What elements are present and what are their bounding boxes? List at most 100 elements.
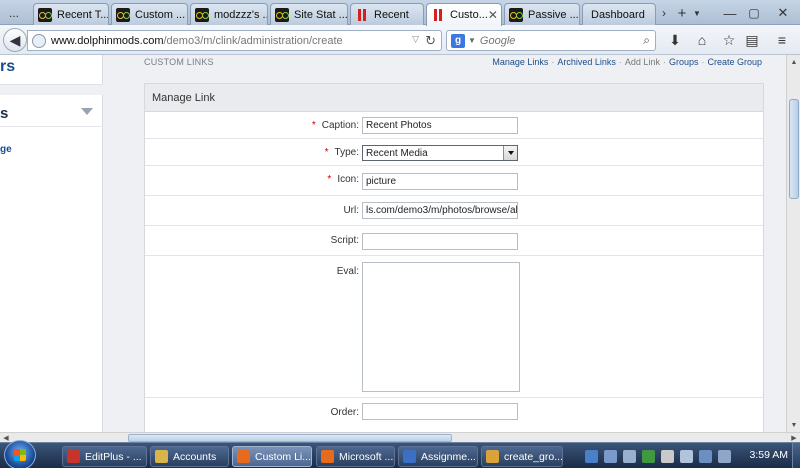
url-path: /demo3/m/clink/administration/create (163, 34, 343, 47)
tab-label: Passive ... (528, 8, 579, 21)
tab-scroll-right-icon[interactable]: › (657, 4, 671, 22)
dolphin-favicon-icon (355, 8, 369, 22)
bookmark-star-icon[interactable]: ☆ (719, 31, 739, 49)
tray-app-icon[interactable] (680, 450, 693, 463)
new-tab-icon[interactable]: + (674, 4, 690, 22)
separator-dot: · (618, 57, 622, 67)
minimize-window-icon[interactable]: — (720, 4, 740, 22)
scroll-up-arrow-icon[interactable]: ▲ (787, 55, 800, 69)
taskbar-item-microsoft[interactable]: Microsoft ... (316, 446, 395, 467)
tab-custom-active[interactable]: Custo... ✕ (426, 3, 502, 26)
windows-start-icon[interactable] (4, 440, 36, 468)
sidebar-section-label: s (0, 105, 9, 122)
volume-icon[interactable] (661, 450, 674, 463)
url-input[interactable]: ls.com/demo3/m/photos/browse/all (362, 202, 518, 219)
icon-label: * Icon: (327, 166, 359, 195)
horizontal-scrollbar[interactable]: ◀ ▶ (0, 432, 800, 442)
caption-label-text: Caption: (321, 120, 359, 131)
tab-label: Custo... (450, 9, 488, 21)
tab-label: Recent (374, 8, 409, 21)
scroll-down-arrow-icon[interactable]: ▼ (787, 418, 800, 432)
taskbar-item-label: Custom Li... (255, 450, 312, 463)
archived-links-link[interactable]: Archived Links (557, 57, 616, 67)
taskbar-item-editplus[interactable]: EditPlus - ... (62, 446, 147, 467)
required-asterisk: * (324, 147, 329, 158)
collapse-arrow-icon[interactable] (81, 108, 93, 115)
close-window-icon[interactable]: ✕ (768, 4, 798, 22)
sidebar-title: rs (0, 55, 103, 85)
tab-passive[interactable]: Passive ... (504, 3, 580, 25)
taskbar-item-create-group[interactable]: create_gro... (481, 446, 563, 467)
type-select-value: Recent Media (366, 148, 428, 159)
tab-custom[interactable]: Custom ... (111, 3, 188, 25)
tray-app-icon[interactable] (604, 450, 617, 463)
separator-dot: · (701, 57, 705, 67)
tab-label: Recent T... (57, 8, 109, 21)
tab-list-icon[interactable]: ▼ (690, 4, 704, 22)
sidebar-link[interactable]: ge (0, 144, 12, 155)
search-icon[interactable]: ⌕ (643, 33, 650, 48)
navigation-toolbar: ◀ www.dolphinmods.com/demo3/m/clink/admi… (0, 25, 800, 55)
tab-scroll-left-fragment[interactable]: ... (0, 4, 28, 22)
url-host: www.dolphinmods.com (51, 34, 164, 47)
eval-textarea[interactable] (362, 262, 520, 392)
create-group-link[interactable]: Create Group (707, 57, 762, 67)
google-engine-icon[interactable]: g (451, 33, 465, 48)
search-bar[interactable]: g ▼ ⌕ (446, 30, 656, 51)
tab-recent-t[interactable]: Recent T... (33, 3, 109, 25)
engine-dropdown-icon[interactable]: ▼ (468, 36, 476, 45)
site-identity-icon[interactable] (32, 33, 46, 48)
taskbar-item-label: create_gro... (504, 450, 563, 463)
icon-input[interactable]: picture (362, 173, 518, 190)
tab-modzzz[interactable]: modzzz's ... (190, 3, 268, 25)
address-bar[interactable]: www.dolphinmods.com/demo3/m/clink/admini… (27, 30, 442, 51)
close-tab-icon[interactable]: ✕ (488, 8, 498, 22)
taskbar-item-label: Accounts (173, 450, 217, 463)
taskbar-item-accounts[interactable]: Accounts (150, 446, 229, 467)
search-input[interactable] (479, 34, 630, 47)
type-label: * Type: (325, 139, 359, 165)
horizontal-scroll-thumb[interactable] (128, 434, 452, 442)
menu-icon[interactable]: ≡ (772, 31, 792, 49)
bookmarks-menu-icon[interactable]: ▤ (742, 31, 762, 49)
caption-input[interactable]: Recent Photos (362, 117, 518, 134)
groups-link[interactable]: Groups (669, 57, 699, 67)
manage-links-link[interactable]: Manage Links (492, 57, 548, 67)
taskbar-clock[interactable]: 3:59 AM (749, 449, 788, 461)
home-icon[interactable]: ⌂ (692, 31, 712, 49)
url-history-dropdown-icon[interactable]: ▽ (412, 34, 419, 45)
modzzz-favicon-icon (509, 7, 523, 22)
tab-dashboard[interactable]: Dashboard (582, 3, 656, 25)
tray-app-icon[interactable] (699, 450, 712, 463)
tray-app-icon[interactable] (585, 450, 598, 463)
caption-row: * Caption: Recent Photos (145, 112, 763, 139)
taskbar-item-assignment[interactable]: Assignme... (398, 446, 478, 467)
folder-icon (155, 450, 168, 463)
back-arrow-icon: ◀ (9, 31, 21, 48)
vertical-scroll-thumb[interactable] (789, 99, 799, 199)
custom-links-menu: Manage Links · Archived Links · Add Link · Gro… (492, 57, 762, 67)
tab-site-stat[interactable]: Site Stat ... (270, 3, 348, 25)
type-select[interactable]: Recent Media (362, 145, 518, 161)
windows-taskbar: EditPlus - ... Accounts Custom Li... Mic… (0, 440, 800, 468)
tray-app-icon[interactable] (718, 450, 731, 463)
tray-app-icon[interactable] (623, 450, 636, 463)
tab-recent[interactable]: Recent (350, 3, 424, 25)
order-input[interactable] (362, 403, 518, 420)
show-desktop-button[interactable] (792, 443, 800, 468)
taskbar-item-custom-links[interactable]: Custom Li... (232, 446, 312, 467)
downloads-icon[interactable]: ⬇ (665, 31, 685, 49)
taskbar-item-label: Microsoft ... (339, 450, 394, 463)
icon-row: * Icon: picture (145, 166, 763, 196)
required-asterisk: * (311, 120, 316, 131)
sidebar-section-header[interactable]: s (0, 95, 103, 127)
network-icon[interactable] (642, 450, 655, 463)
maximize-window-icon[interactable]: ▢ (742, 4, 766, 22)
chevron-down-icon[interactable] (503, 146, 517, 160)
vertical-scrollbar[interactable]: ▲ ▼ (786, 55, 800, 432)
url-row: Url: ls.com/demo3/m/photos/browse/all (145, 196, 763, 226)
order-label: Order: (330, 407, 359, 418)
script-input[interactable] (362, 233, 518, 250)
back-button[interactable]: ◀ (3, 28, 27, 52)
reload-icon[interactable]: ↻ (425, 33, 436, 49)
